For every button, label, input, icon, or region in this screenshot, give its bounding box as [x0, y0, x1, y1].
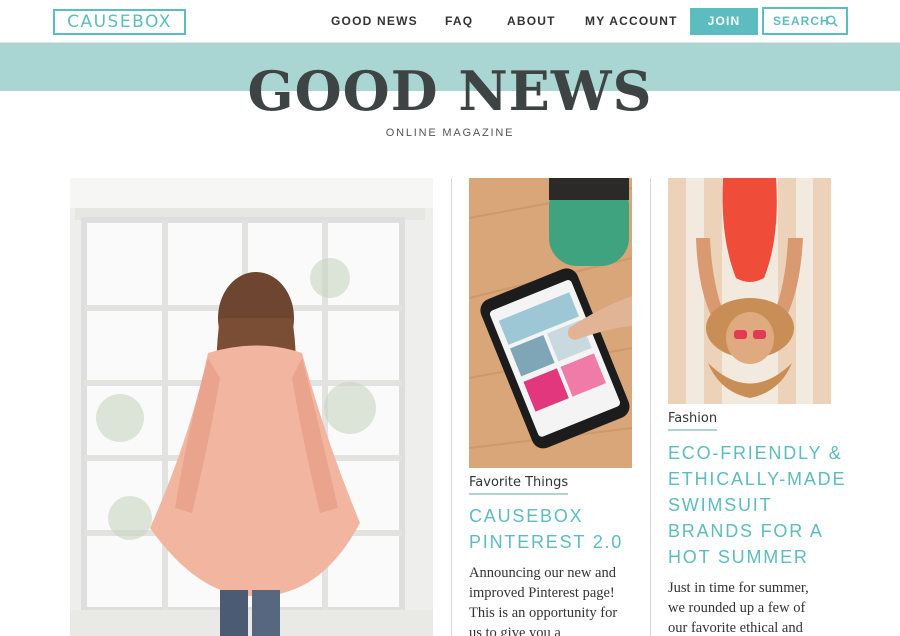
search-button-label: SEARCH [773, 14, 830, 28]
excerpt-line: This is an opportunity for [469, 605, 618, 621]
post-image-swimsuit[interactable] [668, 178, 831, 404]
excerpt-line: us to give you a [469, 625, 561, 636]
excerpt-line: improved Pinterest page! [469, 585, 615, 601]
post-image-pinterest[interactable] [469, 178, 632, 468]
post-title-line[interactable]: ETHICALLY-MADE [668, 466, 846, 492]
post-title[interactable]: CAUSEBOX PINTEREST 2.0 [469, 503, 623, 555]
swimsuit-illustration [668, 178, 831, 404]
excerpt-line: Just in time for summer, [668, 580, 809, 596]
post-title-line[interactable]: ECO-FRIENDLY & [668, 440, 846, 466]
excerpt-line: our favorite ethical and [668, 620, 803, 636]
join-button[interactable]: JOIN [690, 8, 758, 35]
post-category[interactable]: Favorite Things [469, 475, 569, 495]
excerpt-line: Announcing our new and [469, 565, 616, 581]
post-excerpt: Just in time for summer, we rounded up a… [668, 578, 809, 636]
nav-faq[interactable]: FAQ [445, 14, 473, 28]
nav-good-news[interactable]: GOOD NEWS [331, 14, 418, 28]
post-title-line[interactable]: HOT SUMMER [668, 544, 846, 570]
post-title-line[interactable]: PINTEREST 2.0 [469, 529, 623, 555]
post-title[interactable]: ECO-FRIENDLY & ETHICALLY-MADE SWIMSUIT B… [668, 440, 846, 570]
post-excerpt: Announcing our new and improved Pinteres… [469, 563, 617, 636]
featured-post-image[interactable] [70, 178, 433, 636]
excerpt-line: we rounded up a few of [668, 600, 806, 616]
top-navigation-bar: CAUSEBOX GOOD NEWS FAQ ABOUT MY ACCOUNT … [0, 0, 900, 43]
woman-at-window-illustration [70, 178, 433, 636]
nav-about[interactable]: ABOUT [507, 14, 556, 28]
column-divider [451, 178, 452, 636]
column-divider [650, 178, 651, 636]
phone-illustration [469, 178, 632, 468]
search-icon [826, 15, 838, 27]
post-title-line[interactable]: CAUSEBOX [469, 503, 623, 529]
search-button[interactable]: SEARCH [762, 7, 848, 35]
causebox-logo[interactable]: CAUSEBOX [53, 9, 186, 35]
post-category[interactable]: Fashion [668, 411, 718, 431]
page-title: GOOD NEWS [247, 59, 653, 123]
page-subtitle: ONLINE MAGAZINE [385, 127, 515, 139]
post-title-line[interactable]: SWIMSUIT [668, 492, 846, 518]
post-title-line[interactable]: BRANDS FOR A [668, 518, 846, 544]
nav-my-account[interactable]: MY ACCOUNT [585, 14, 678, 28]
